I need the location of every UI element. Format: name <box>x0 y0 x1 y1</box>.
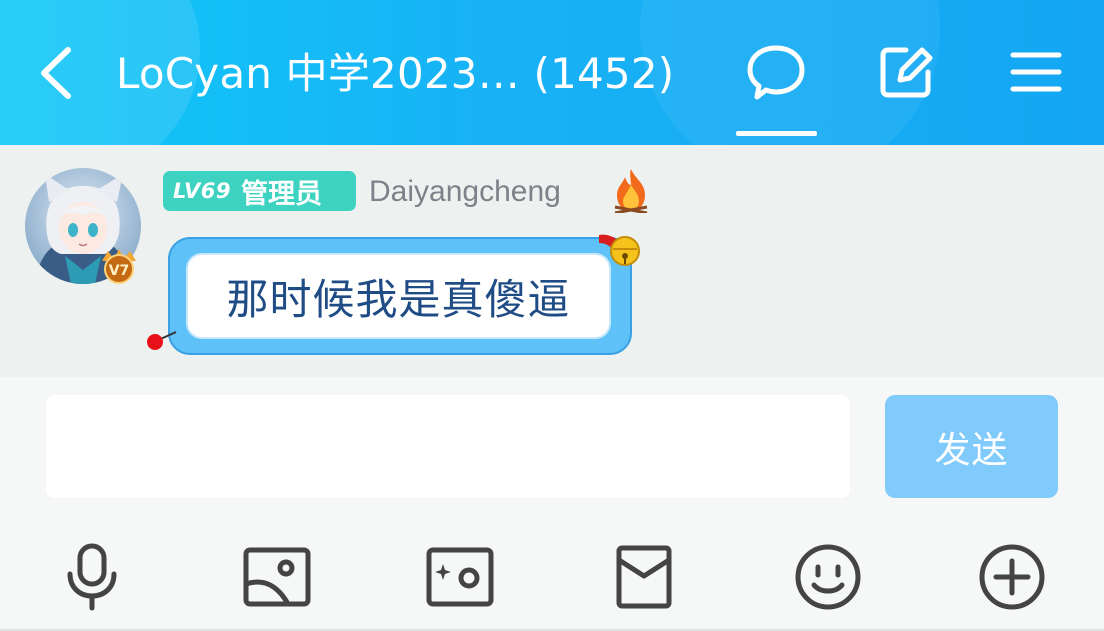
bell-icon <box>595 231 645 277</box>
bubble-decoration <box>146 320 182 350</box>
level-badge: LV69 管理员 <box>163 171 356 211</box>
fire-icon <box>611 167 651 215</box>
level-label: LV69 <box>173 179 231 203</box>
emoji-icon[interactable] <box>786 535 870 619</box>
message-bubble-body[interactable]: 那时候我是真傻逼 <box>186 253 611 339</box>
vip-label: V7 <box>109 263 130 279</box>
red-packet-icon[interactable] <box>602 535 686 619</box>
plus-icon[interactable] <box>970 535 1054 619</box>
send-button[interactable]: 发送 <box>885 395 1058 498</box>
back-arrow-icon[interactable] <box>30 42 82 104</box>
microphone-icon[interactable] <box>50 535 134 619</box>
message-list: V7 LV69 管理员 Daiyangcheng 那时候我是真傻逼 <box>0 145 1104 377</box>
input-bar: 发送 <box>0 377 1104 631</box>
menu-icon[interactable] <box>1004 40 1068 104</box>
message-input[interactable] <box>46 395 850 498</box>
chat-header: LoCyan 中学2023… (1452) <box>0 0 1104 145</box>
edit-icon[interactable] <box>874 40 938 104</box>
group-title[interactable]: LoCyan 中学2023… (1452) <box>116 42 674 106</box>
camera-icon[interactable] <box>418 535 502 619</box>
sender-name[interactable]: Daiyangcheng <box>369 171 561 213</box>
image-icon[interactable] <box>235 535 319 619</box>
chat-bubble-icon[interactable] <box>744 40 808 104</box>
active-tab-indicator <box>736 131 817 136</box>
vip-badge: V7 <box>98 247 140 285</box>
role-label: 管理员 <box>240 178 322 210</box>
message-text: 那时候我是真傻逼 <box>226 274 571 324</box>
